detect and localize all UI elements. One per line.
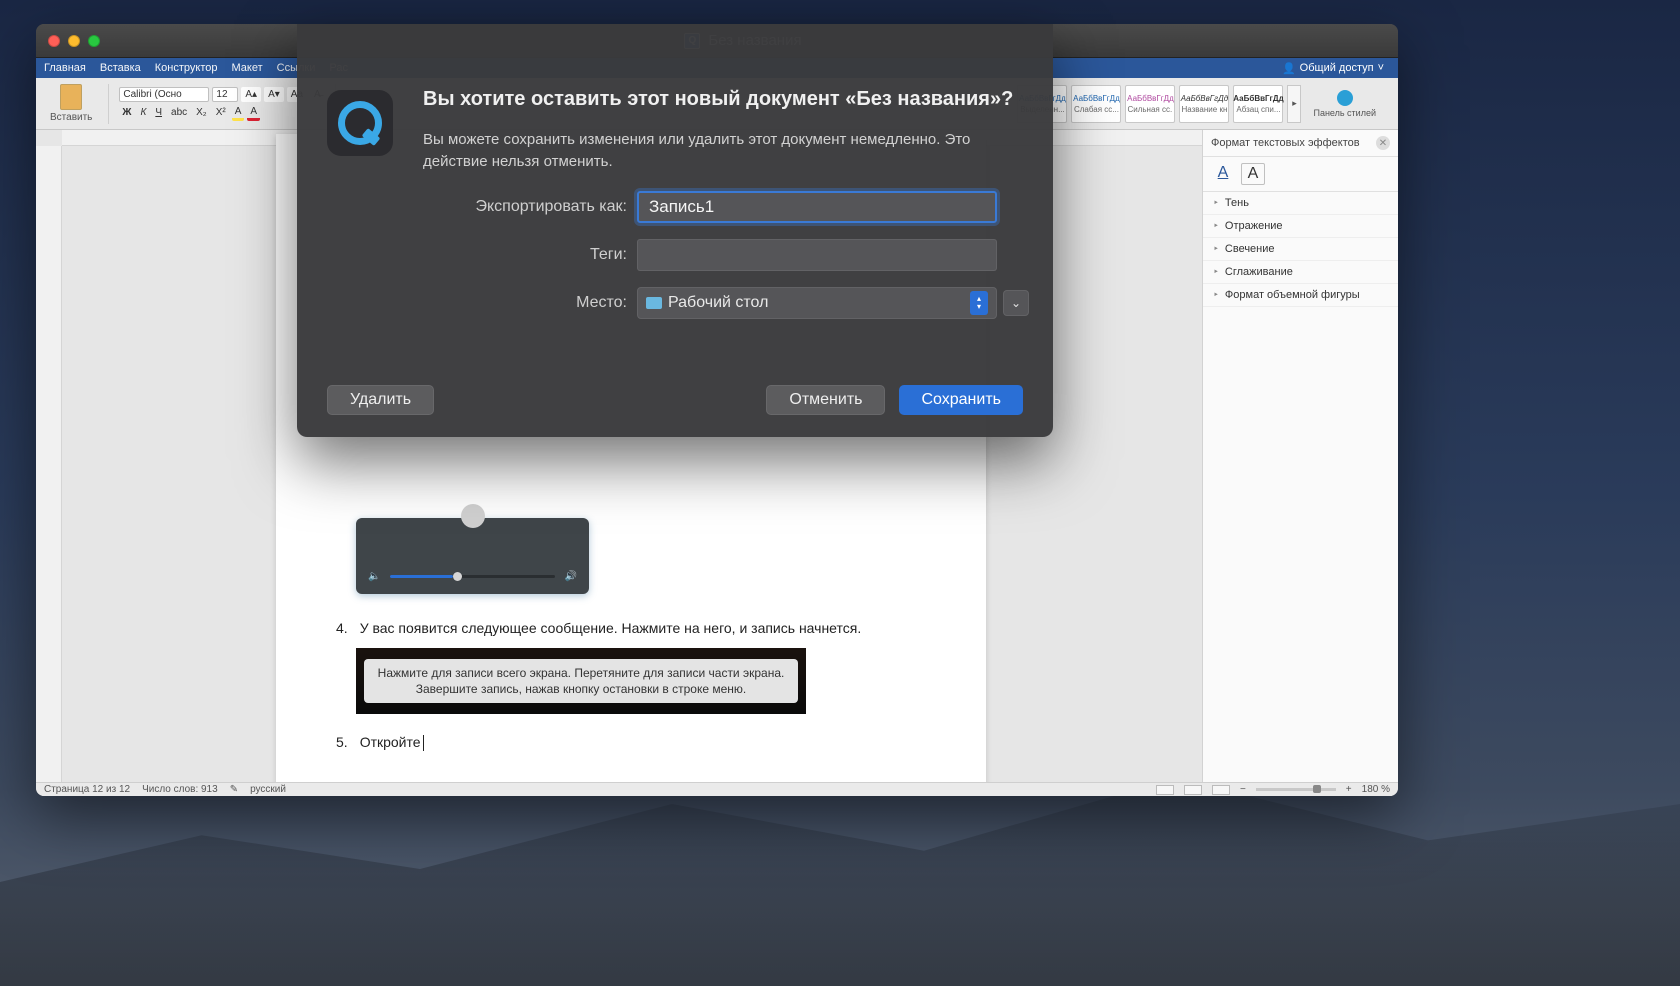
zoom-in-button[interactable]: + <box>1346 784 1352 795</box>
bold-button[interactable]: Ж <box>119 106 134 119</box>
volume-high-icon: 🔊 <box>565 571 577 582</box>
zoom-window-button[interactable] <box>88 35 100 47</box>
tab-home[interactable]: Главная <box>44 62 86 74</box>
underline-button[interactable]: Ч <box>152 106 165 119</box>
highlight-button[interactable]: A <box>232 105 245 121</box>
location-label: Место: <box>576 294 637 312</box>
zoom-level[interactable]: 180 % <box>1362 784 1390 795</box>
quicktime-app-icon <box>327 90 393 156</box>
location-stepper-icon: ▴▾ <box>970 291 988 315</box>
save-sheet-dialog: Вы хотите оставить этот новый документ «… <box>297 24 1053 437</box>
close-window-button[interactable] <box>48 35 60 47</box>
save-button[interactable]: Сохранить <box>899 385 1023 415</box>
style-option[interactable]: АаБбВвГгДдНазвание кн... <box>1179 85 1229 123</box>
location-select[interactable]: Рабочий стол ▴▾ <box>637 287 997 319</box>
list-text: У вас появится следующее сообщение. Нажм… <box>360 620 862 636</box>
style-gallery: АаБбВвГгДдВыделенн... АаБбВвГгДдСлабая с… <box>1017 85 1301 123</box>
text-caret <box>423 735 424 751</box>
expand-location-button[interactable]: ⌄ <box>1003 290 1029 316</box>
font-color-button[interactable]: A <box>247 105 260 121</box>
export-as-input[interactable] <box>637 191 997 223</box>
panel-section[interactable]: Отражение <box>1203 215 1398 238</box>
list-number: 4. <box>336 620 348 636</box>
spellcheck-icon[interactable]: ✎ <box>230 784 238 795</box>
view-mode-print[interactable] <box>1184 785 1202 795</box>
close-panel-button[interactable]: ✕ <box>1376 136 1390 150</box>
styles-pane-icon <box>1337 90 1353 106</box>
tags-label: Теги: <box>590 246 637 264</box>
word-count[interactable]: Число слов: 913 <box>142 784 218 795</box>
view-mode-web[interactable] <box>1212 785 1230 795</box>
clipboard-icon <box>60 84 82 110</box>
panel-section[interactable]: Тень <box>1203 192 1398 215</box>
tab-layout[interactable]: Макет <box>231 62 262 74</box>
font-size-select[interactable]: 12 <box>212 87 238 102</box>
font-name-select[interactable]: Calibri (Осно <box>119 87 209 102</box>
italic-button[interactable]: К <box>137 106 149 119</box>
export-as-label: Экспортировать как: <box>475 198 637 216</box>
style-gallery-more[interactable]: ▸ <box>1287 85 1301 123</box>
view-mode-focus[interactable] <box>1156 785 1174 795</box>
chevron-down-icon: ˅ <box>1378 62 1384 74</box>
tags-input[interactable] <box>637 239 997 271</box>
record-button-icon <box>461 504 485 528</box>
screenshot-quicktime-panel: 🔈 🔊 <box>356 518 589 594</box>
list-text: Откройте <box>360 734 424 751</box>
paste-button[interactable]: Вставить <box>44 82 98 125</box>
folder-icon <box>646 297 662 309</box>
cancel-button[interactable]: Отменить <box>766 385 885 415</box>
style-option[interactable]: АаБбВвГгДдАбзац спи... <box>1233 85 1283 123</box>
page-indicator[interactable]: Страница 12 из 12 <box>44 784 130 795</box>
strike-button[interactable]: abc <box>168 106 190 119</box>
tab-design[interactable]: Конструктор <box>155 62 218 74</box>
style-option[interactable]: АаБбВвГгДдСильная сс... <box>1125 85 1175 123</box>
delete-button[interactable]: Удалить <box>327 385 434 415</box>
volume-slider-track <box>390 575 554 578</box>
list-number: 5. <box>336 734 348 751</box>
style-option[interactable]: АаБбВвГгДдСлабая сс... <box>1071 85 1121 123</box>
decrease-font-icon[interactable]: A▾ <box>264 87 284 102</box>
panel-title: Формат текстовых эффектов <box>1211 137 1360 149</box>
volume-low-icon: 🔈 <box>368 571 380 582</box>
person-icon: 👤 <box>1282 62 1296 75</box>
dialog-subtext: Вы можете сохранить изменения или удалит… <box>423 129 1023 173</box>
panel-section[interactable]: Формат объемной фигуры <box>1203 284 1398 307</box>
vertical-ruler[interactable] <box>36 146 62 782</box>
dialog-heading: Вы хотите оставить этот новый документ «… <box>423 86 1023 113</box>
zoom-slider[interactable] <box>1256 788 1336 791</box>
screenshot-tooltip: Нажмите для записи всего экрана. Перетян… <box>356 648 806 714</box>
zoom-out-button[interactable]: − <box>1240 784 1246 795</box>
increase-font-icon[interactable]: A▴ <box>241 87 261 102</box>
minimize-window-button[interactable] <box>68 35 80 47</box>
panel-section[interactable]: Свечение <box>1203 238 1398 261</box>
superscript-button[interactable]: X² <box>213 106 229 119</box>
window-controls <box>48 35 100 47</box>
language-indicator[interactable]: русский <box>250 784 286 795</box>
panel-section[interactable]: Сглаживание <box>1203 261 1398 284</box>
subscript-button[interactable]: X₂ <box>193 106 210 119</box>
text-fill-tab[interactable]: A <box>1211 163 1235 185</box>
share-button[interactable]: 👤 Общий доступ ˅ <box>1282 62 1390 75</box>
styles-pane-button[interactable]: Панель стилей <box>1313 90 1376 118</box>
status-bar: Страница 12 из 12 Число слов: 913 ✎ русс… <box>36 782 1398 796</box>
format-effects-panel: Формат текстовых эффектов ✕ A A Тень Отр… <box>1202 130 1398 782</box>
text-effects-tab[interactable]: A <box>1241 163 1265 185</box>
tab-insert[interactable]: Вставка <box>100 62 141 74</box>
